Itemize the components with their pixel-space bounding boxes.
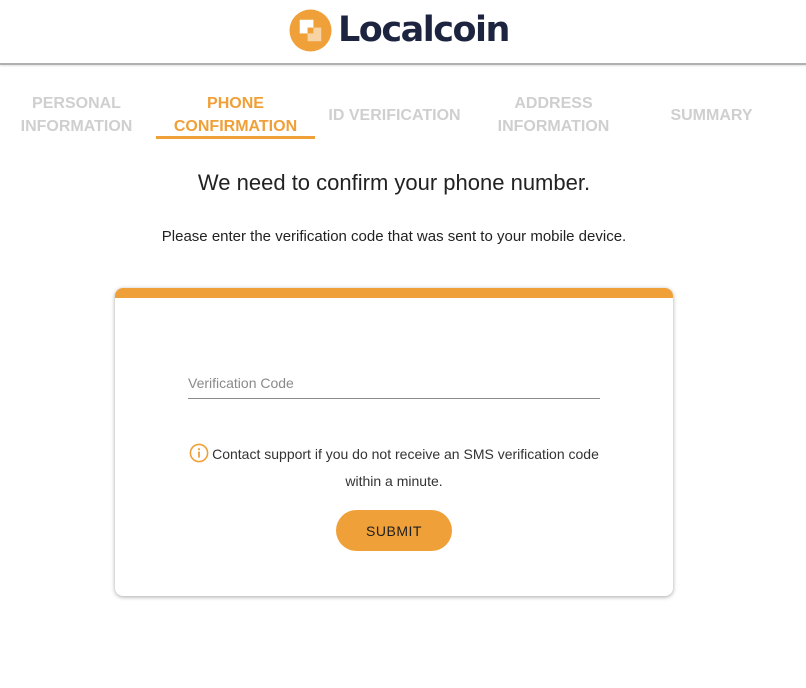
step-phone-confirmation[interactable]: PHONE CONFIRMATION: [156, 88, 315, 142]
verification-card: Contact support if you do not receive an…: [115, 288, 673, 596]
step-label: SUMMARY: [670, 106, 753, 124]
brand-name: Localcoin: [338, 10, 510, 50]
step-id-verification[interactable]: ID VERIFICATION: [315, 88, 474, 142]
notice-text-line1: Contact support if you do not receive an…: [212, 446, 599, 462]
step-label: ADDRESS INFORMATION: [497, 95, 610, 135]
step-summary[interactable]: SUMMARY: [632, 88, 791, 142]
step-personal-information[interactable]: PERSONAL INFORMATION: [0, 88, 156, 142]
active-step-indicator: [156, 136, 315, 139]
localcoin-logo-icon: [289, 9, 332, 52]
submit-button[interactable]: SUBMIT: [336, 510, 452, 551]
localcoin-logo[interactable]: Localcoin: [289, 9, 510, 52]
step-label: ID VERIFICATION: [328, 106, 461, 124]
step-address-information[interactable]: ADDRESS INFORMATION: [474, 88, 633, 142]
page-title: We need to confirm your phone number.: [197, 170, 591, 195]
sms-support-notice: Contact support if you do not receive an…: [115, 443, 673, 492]
step-progress: PERSONAL INFORMATION PHONE CONFIRMATION …: [0, 88, 806, 144]
info-icon: [189, 443, 209, 462]
step-label: PHONE CONFIRMATION: [173, 95, 298, 135]
page-subtitle: Please enter the verification code that …: [161, 228, 627, 245]
card-accent-bar: [115, 288, 673, 298]
verification-code-input[interactable]: [188, 368, 600, 399]
notice-text-line2: within a minute.: [345, 472, 443, 489]
top-header: Localcoin: [0, 0, 806, 65]
step-label: PERSONAL INFORMATION: [20, 95, 133, 135]
